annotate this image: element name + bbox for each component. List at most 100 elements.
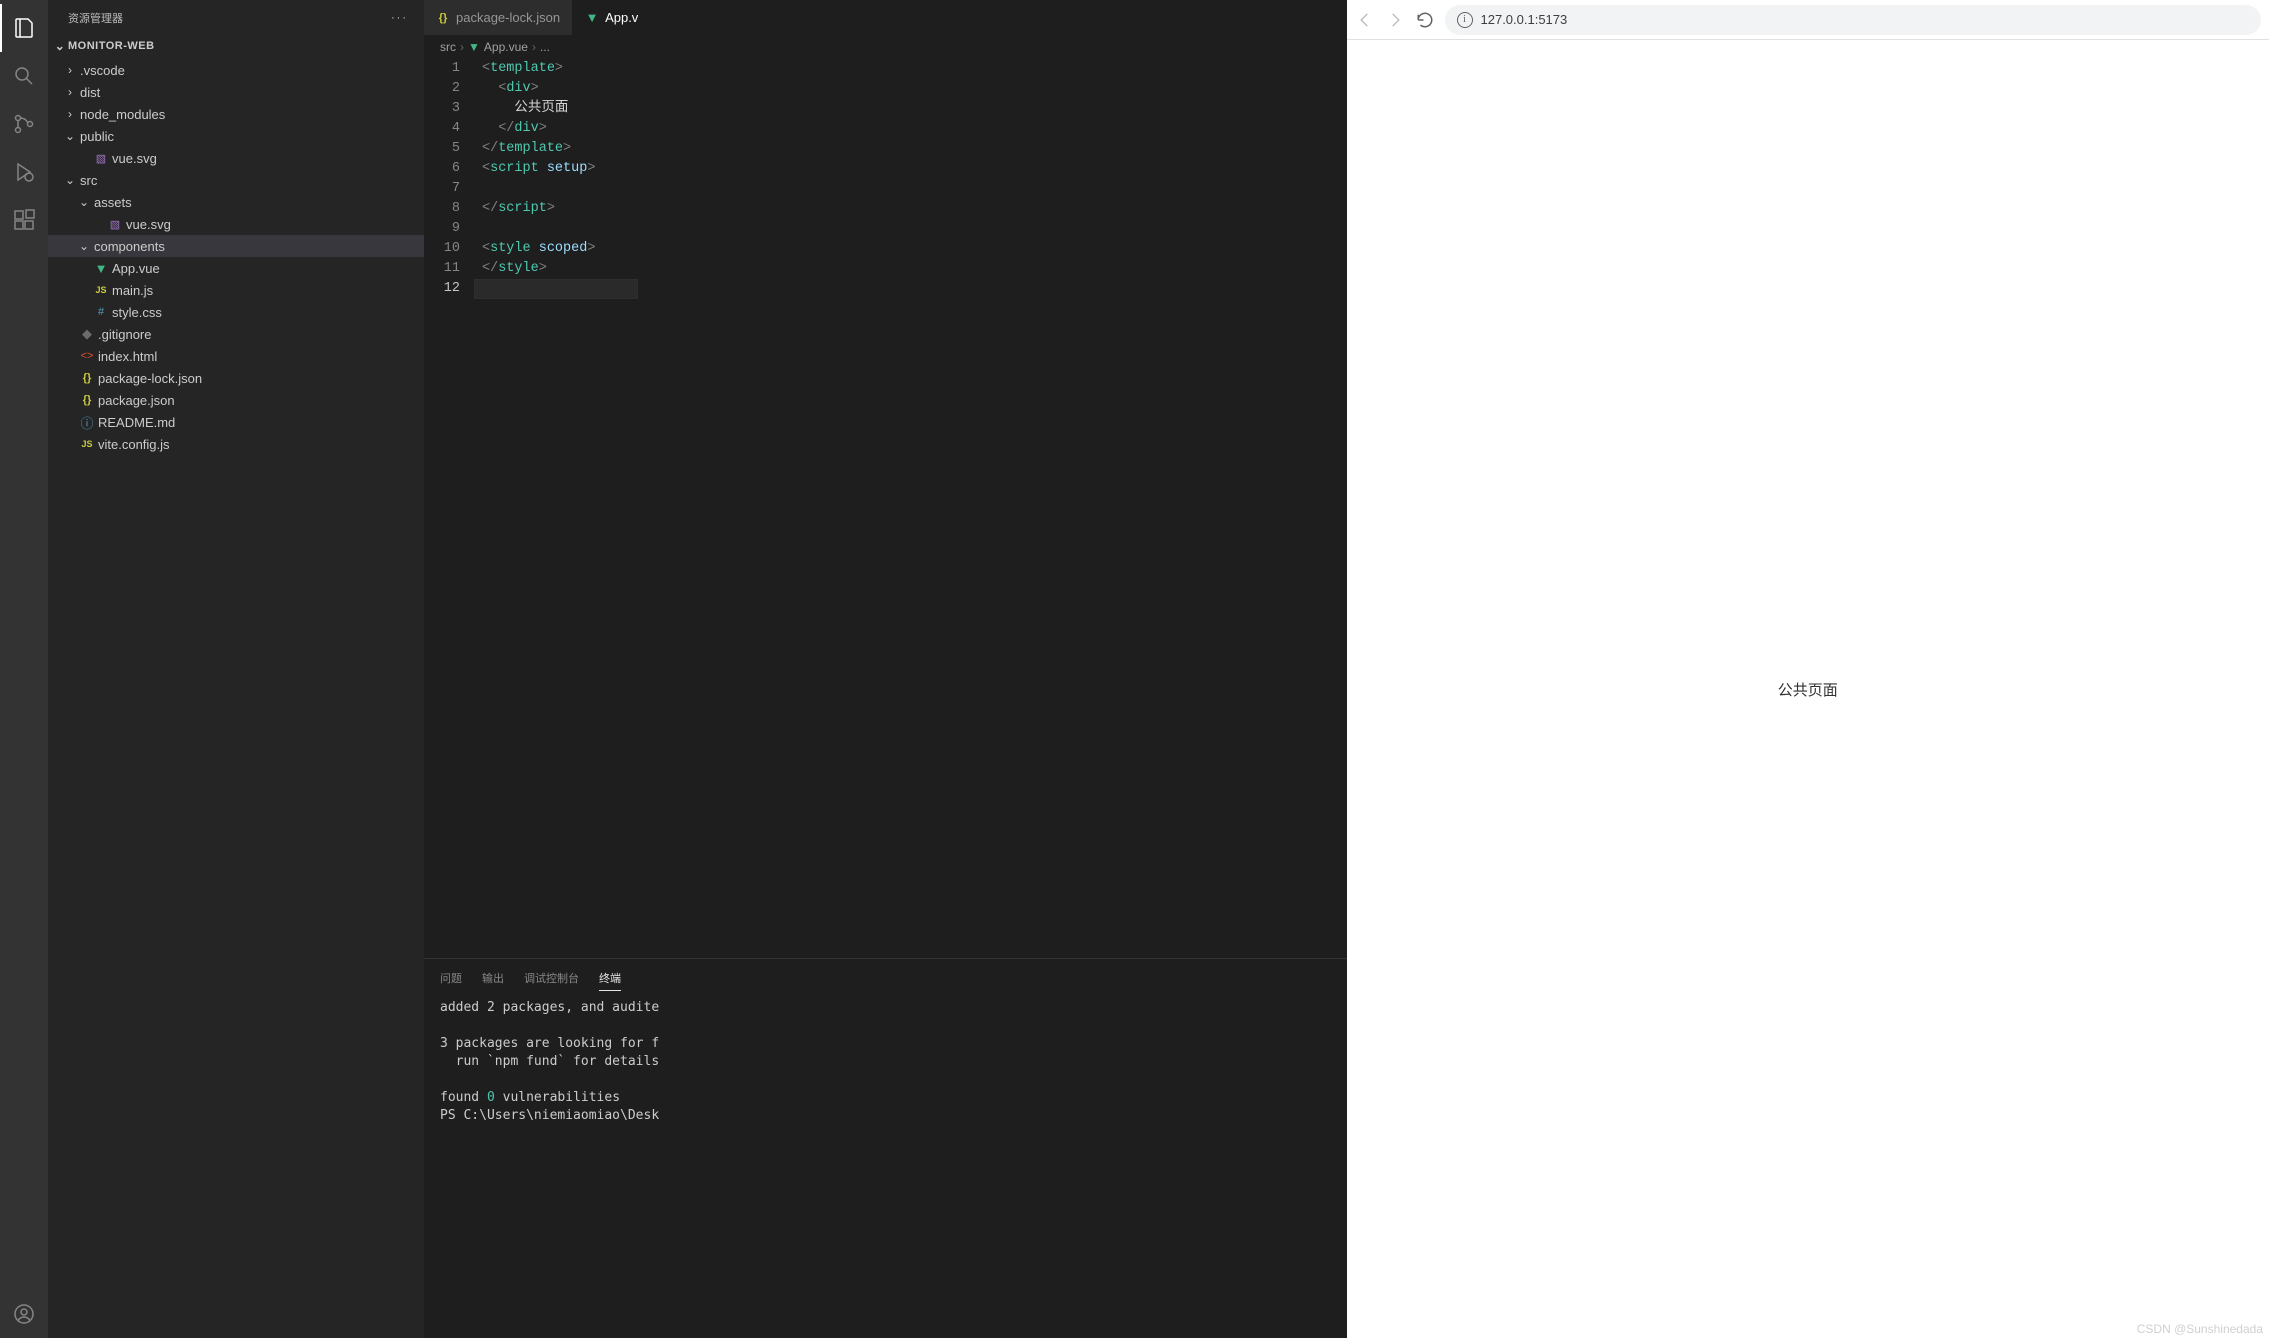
file-item[interactable]: JSvite.config.js — [48, 433, 424, 455]
chevron-right-icon: › — [62, 107, 78, 121]
tree-item-label: vite.config.js — [96, 437, 170, 452]
tab-problems[interactable]: 问题 — [440, 966, 462, 990]
explorer-more-icon[interactable]: ··· — [391, 12, 408, 24]
tree-item-label: components — [92, 239, 165, 254]
tree-item-label: .gitignore — [96, 327, 151, 342]
accounts-icon[interactable] — [0, 1290, 48, 1338]
file-item[interactable]: {}package.json — [48, 389, 424, 411]
explorer-icon[interactable] — [0, 4, 48, 52]
editor-tab[interactable]: {} package-lock.json — [424, 0, 573, 35]
tree-item-label: README.md — [96, 415, 175, 430]
svg-icon: ▧ — [106, 218, 124, 231]
search-icon[interactable] — [0, 52, 48, 100]
chevron-down-icon: ⌄ — [62, 173, 78, 187]
breadcrumb[interactable]: src › ▼ App.vue › ... — [424, 35, 638, 59]
folder-item[interactable]: ›node_modules — [48, 103, 424, 125]
tree-item-label: assets — [92, 195, 132, 210]
folder-item[interactable]: ⌄components — [48, 235, 424, 257]
file-tree: ›.vscode›dist›node_modules⌄public▧vue.sv… — [48, 57, 424, 1338]
extensions-icon[interactable] — [0, 196, 48, 244]
info-icon: ⓘ — [78, 413, 96, 432]
html-icon: <> — [78, 350, 96, 362]
tab-label: App.vue — [605, 10, 638, 25]
breadcrumb-segment: App.vue — [484, 40, 528, 54]
source-control-icon[interactable] — [0, 100, 48, 148]
breadcrumb-segment: ... — [540, 40, 550, 54]
address-url: 127.0.0.1:5173 — [1481, 12, 1568, 27]
browser-viewport: 公共页面 — [1347, 40, 2269, 1338]
tab-terminal[interactable]: 终端 — [599, 966, 621, 991]
tab-output[interactable]: 输出 — [482, 966, 504, 990]
folder-item[interactable]: ›.vscode — [48, 59, 424, 81]
chevron-down-icon: ⌄ — [76, 239, 92, 253]
editor-tabs: {} package-lock.json ▼ App.vue — [424, 0, 638, 35]
tree-item-label: src — [78, 173, 97, 188]
terminal-output[interactable]: added 2 packages, and audite 3 packages … — [424, 993, 1347, 1338]
file-item[interactable]: {}package-lock.json — [48, 367, 424, 389]
vue-icon: ▼ — [92, 261, 110, 276]
explorer-title: 资源管理器 — [68, 10, 123, 26]
file-item[interactable]: ▧vue.svg — [48, 213, 424, 235]
tree-item-label: main.js — [110, 283, 153, 298]
tree-item-label: package.json — [96, 393, 175, 408]
address-bar[interactable]: i 127.0.0.1:5173 — [1445, 5, 2262, 35]
tree-item-label: App.vue — [110, 261, 160, 276]
tree-item-label: vue.svg — [110, 151, 157, 166]
run-debug-icon[interactable] — [0, 148, 48, 196]
tree-item-label: style.css — [110, 305, 162, 320]
file-item[interactable]: ▼App.vue — [48, 257, 424, 279]
forward-icon[interactable] — [1385, 10, 1405, 30]
breadcrumb-segment: src — [440, 40, 456, 54]
file-item[interactable]: ⓘREADME.md — [48, 411, 424, 433]
project-name: MONITOR-WEB — [68, 40, 155, 52]
tab-debug-console[interactable]: 调试控制台 — [524, 966, 579, 990]
tree-item-label: package-lock.json — [96, 371, 202, 386]
chevron-down-icon: ⌄ — [62, 129, 78, 143]
file-item[interactable]: JSmain.js — [48, 279, 424, 301]
folder-item[interactable]: ⌄assets — [48, 191, 424, 213]
site-info-icon[interactable]: i — [1457, 12, 1473, 28]
folder-item[interactable]: ⌄public — [48, 125, 424, 147]
watermark: CSDN @Sunshinedada — [2137, 1322, 2263, 1336]
project-section[interactable]: ⌄ MONITOR-WEB — [48, 35, 424, 57]
chevron-right-icon: › — [460, 40, 464, 54]
css-icon: # — [92, 306, 110, 318]
file-item[interactable]: <>index.html — [48, 345, 424, 367]
json-icon: {} — [78, 394, 96, 406]
chevron-right-icon: › — [62, 85, 78, 99]
browser-toolbar: i 127.0.0.1:5173 — [1347, 0, 2269, 40]
reload-icon[interactable] — [1415, 10, 1435, 30]
code-editor[interactable]: 123456789101112 <template> <div> 公共页面 </… — [424, 59, 638, 958]
git-icon: ◆ — [78, 326, 96, 342]
tree-item-label: node_modules — [78, 107, 165, 122]
tab-label: package-lock.json — [456, 10, 560, 25]
tree-item-label: public — [78, 129, 114, 144]
activity-bar — [0, 0, 48, 1338]
js-icon: JS — [78, 439, 96, 449]
chevron-right-icon: › — [532, 40, 536, 54]
file-item[interactable]: ◆.gitignore — [48, 323, 424, 345]
tree-item-label: .vscode — [78, 63, 125, 78]
file-item[interactable]: #style.css — [48, 301, 424, 323]
json-icon: {} — [78, 372, 96, 384]
chevron-right-icon: › — [62, 63, 78, 77]
explorer-sidebar: 资源管理器 ··· ⌄ MONITOR-WEB ›.vscode›dist›no… — [48, 0, 424, 1338]
page-text: 公共页面 — [1778, 679, 1838, 700]
file-item[interactable]: ▧vue.svg — [48, 147, 424, 169]
svg-icon: ▧ — [92, 152, 110, 165]
tree-item-label: index.html — [96, 349, 157, 364]
chevron-down-icon: ⌄ — [52, 39, 68, 53]
back-icon[interactable] — [1355, 10, 1375, 30]
js-icon: JS — [92, 285, 110, 295]
editor-tab[interactable]: ▼ App.vue — [573, 0, 638, 35]
tree-item-label: dist — [78, 85, 100, 100]
browser-pane: i 127.0.0.1:5173 公共页面 — [1347, 0, 2269, 1338]
vue-icon: ▼ — [468, 40, 480, 54]
chevron-down-icon: ⌄ — [76, 195, 92, 209]
folder-item[interactable]: ›dist — [48, 81, 424, 103]
folder-item[interactable]: ⌄src — [48, 169, 424, 191]
json-icon: {} — [436, 12, 450, 24]
bottom-panel: 问题 输出 调试控制台 终端 added 2 packages, and aud… — [424, 958, 1347, 1338]
tree-item-label: vue.svg — [124, 217, 171, 232]
vue-icon: ▼ — [585, 10, 599, 25]
